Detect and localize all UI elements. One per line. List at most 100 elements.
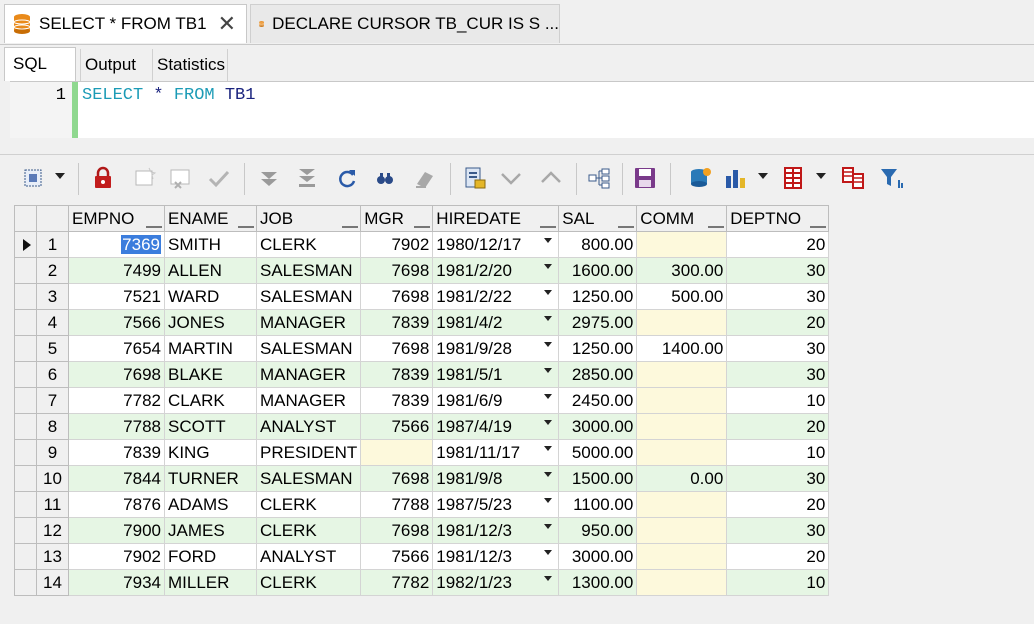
chevron-down-icon[interactable] bbox=[55, 173, 65, 179]
column-filter-button[interactable] bbox=[414, 226, 431, 228]
row-indicator[interactable] bbox=[14, 413, 37, 440]
tab-statistics[interactable]: Statistics bbox=[152, 49, 228, 81]
sort-asc-icon[interactable] bbox=[538, 165, 564, 191]
column-header-sal[interactable]: SAL bbox=[558, 205, 638, 232]
column-header-ename[interactable]: ENAME bbox=[164, 205, 257, 232]
column-filter-button[interactable] bbox=[708, 226, 725, 228]
row-indicator[interactable] bbox=[14, 543, 37, 570]
date-dropdown-icon[interactable] bbox=[544, 550, 553, 555]
date-dropdown-icon[interactable] bbox=[544, 498, 553, 503]
cell-deptno[interactable]: 20 bbox=[726, 413, 830, 440]
cell-deptno[interactable]: 30 bbox=[726, 465, 830, 492]
table-row[interactable]: 14 7934 MILLER CLERK 7782 1982/1/23 1300.00 10 bbox=[14, 569, 830, 596]
cell-empno[interactable]: 7521 bbox=[68, 283, 165, 310]
row-number[interactable]: 8 bbox=[36, 413, 69, 440]
sql-editor[interactable]: 1 SELECT * FROM TB1 bbox=[10, 81, 1034, 139]
date-dropdown-icon[interactable] bbox=[544, 368, 553, 373]
row-indicator[interactable] bbox=[14, 387, 37, 414]
row-indicator[interactable] bbox=[14, 569, 37, 596]
cell-empno[interactable]: 7934 bbox=[68, 569, 165, 596]
cell-hiredate[interactable]: 1987/4/19 bbox=[432, 413, 560, 440]
row-indicator[interactable] bbox=[14, 283, 37, 310]
save-icon[interactable] bbox=[632, 165, 658, 191]
cell-mgr[interactable]: 7698 bbox=[360, 465, 434, 492]
cell-job[interactable]: CLERK bbox=[255, 231, 362, 258]
cell-empno[interactable]: 7788 bbox=[68, 413, 165, 440]
cell-hiredate[interactable]: 1980/12/17 bbox=[432, 231, 560, 258]
row-number[interactable]: 12 bbox=[36, 517, 69, 544]
cell-job[interactable]: ANALYST bbox=[255, 413, 362, 440]
cell-comm[interactable] bbox=[636, 361, 728, 388]
cell-comm[interactable] bbox=[636, 543, 728, 570]
cell-sal[interactable]: 2850.00 bbox=[558, 361, 638, 388]
cell-mgr[interactable]: 7698 bbox=[360, 257, 434, 284]
grid-select-icon[interactable] bbox=[20, 165, 46, 191]
cell-deptno[interactable]: 30 bbox=[726, 335, 830, 362]
date-dropdown-icon[interactable] bbox=[544, 394, 553, 399]
cell-hiredate[interactable]: 1981/2/20 bbox=[432, 257, 560, 284]
cell-job[interactable]: PRESIDENT bbox=[255, 439, 362, 466]
cell-hiredate[interactable]: 1981/4/2 bbox=[432, 309, 560, 336]
lock-icon[interactable] bbox=[90, 165, 116, 191]
cell-comm[interactable]: 0.00 bbox=[636, 465, 728, 492]
cell-job[interactable]: CLERK bbox=[255, 491, 362, 518]
chart-icon[interactable] bbox=[722, 165, 748, 191]
cell-deptno[interactable]: 30 bbox=[726, 517, 830, 544]
row-indicator[interactable] bbox=[14, 361, 37, 388]
cell-job[interactable]: SALESMAN bbox=[255, 257, 362, 284]
query-tree-icon[interactable] bbox=[586, 165, 612, 191]
cell-mgr[interactable]: 7839 bbox=[360, 387, 434, 414]
cell-deptno[interactable]: 20 bbox=[726, 491, 830, 518]
cell-mgr[interactable] bbox=[360, 439, 434, 466]
cell-comm[interactable] bbox=[636, 413, 728, 440]
cell-hiredate[interactable]: 1981/5/1 bbox=[432, 361, 560, 388]
cell-ename[interactable]: SCOTT bbox=[164, 413, 257, 440]
cell-mgr[interactable]: 7782 bbox=[360, 569, 434, 596]
doc-tab-declare-cursor[interactable]: DECLARE CURSOR TB_CUR IS S ... bbox=[250, 4, 560, 43]
row-number[interactable]: 3 bbox=[36, 283, 69, 310]
cell-mgr[interactable]: 7788 bbox=[360, 491, 434, 518]
cell-ename[interactable]: MARTIN bbox=[164, 335, 257, 362]
chevron-down-icon[interactable] bbox=[816, 173, 826, 179]
result-grid[interactable]: EMPNO ENAME JOB MGR HIREDATE SAL COMM DEPTNO 1 7… bbox=[14, 205, 830, 596]
cell-hiredate[interactable]: 1981/9/28 bbox=[432, 335, 560, 362]
cell-mgr[interactable]: 7566 bbox=[360, 543, 434, 570]
cell-sal[interactable]: 3000.00 bbox=[558, 413, 638, 440]
row-number[interactable]: 5 bbox=[36, 335, 69, 362]
cell-hiredate[interactable]: 1981/12/3 bbox=[432, 543, 560, 570]
date-dropdown-icon[interactable] bbox=[544, 342, 553, 347]
table-row[interactable]: 5 7654 MARTIN SALESMAN 7698 1981/9/28 1250.00 1… bbox=[14, 335, 830, 362]
column-filter-button[interactable] bbox=[810, 226, 827, 228]
cell-deptno[interactable]: 30 bbox=[726, 283, 830, 310]
row-number[interactable]: 13 bbox=[36, 543, 69, 570]
cell-job[interactable]: ANALYST bbox=[255, 543, 362, 570]
cell-comm[interactable] bbox=[636, 231, 728, 258]
clear-icon[interactable] bbox=[412, 165, 438, 191]
row-indicator[interactable] bbox=[14, 465, 37, 492]
cell-job[interactable]: SALESMAN bbox=[255, 335, 362, 362]
cell-mgr[interactable]: 7698 bbox=[360, 517, 434, 544]
cell-sal[interactable]: 1250.00 bbox=[558, 335, 638, 362]
row-number[interactable]: 14 bbox=[36, 569, 69, 596]
column-filter-button[interactable] bbox=[618, 226, 635, 228]
table-row[interactable]: 10 7844 TURNER SALESMAN 7698 1981/9/8 1500.00 0… bbox=[14, 465, 830, 492]
cell-ename[interactable]: CLARK bbox=[164, 387, 257, 414]
cell-sal[interactable]: 3000.00 bbox=[558, 543, 638, 570]
date-dropdown-icon[interactable] bbox=[544, 576, 553, 581]
column-header-comm[interactable]: COMM bbox=[636, 205, 728, 232]
column-header-deptno[interactable]: DEPTNO bbox=[726, 205, 830, 232]
row-indicator[interactable] bbox=[14, 309, 37, 336]
cell-job[interactable]: MANAGER bbox=[255, 387, 362, 414]
cell-comm[interactable] bbox=[636, 517, 728, 544]
sort-desc-icon[interactable] bbox=[498, 165, 524, 191]
cell-ename[interactable]: ALLEN bbox=[164, 257, 257, 284]
date-dropdown-icon[interactable] bbox=[544, 238, 553, 243]
cell-hiredate[interactable]: 1982/1/23 bbox=[432, 569, 560, 596]
date-dropdown-icon[interactable] bbox=[544, 446, 553, 451]
cell-empno[interactable]: 7876 bbox=[68, 491, 165, 518]
cell-sal[interactable]: 5000.00 bbox=[558, 439, 638, 466]
row-number[interactable]: 11 bbox=[36, 491, 69, 518]
row-indicator[interactable] bbox=[14, 257, 37, 284]
cell-job[interactable]: MANAGER bbox=[255, 309, 362, 336]
row-number[interactable]: 6 bbox=[36, 361, 69, 388]
